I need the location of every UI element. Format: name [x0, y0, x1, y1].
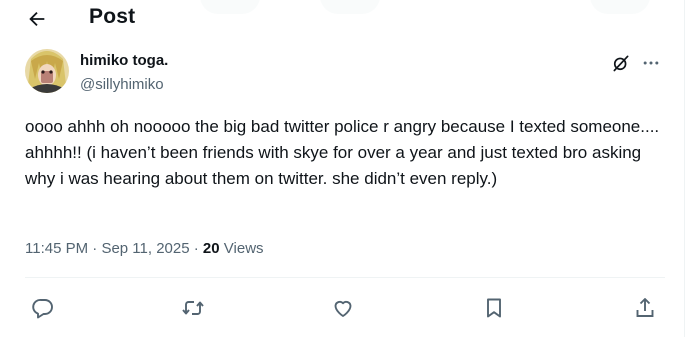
views-count: 20	[202, 240, 220, 257]
reply-icon	[31, 296, 55, 320]
like-button[interactable]	[330, 295, 356, 321]
tweet-text: oooo ahhh oh nooooo the big bad twitter …	[25, 117, 660, 188]
top-bar: Post	[0, 0, 690, 36]
share-icon	[633, 296, 657, 320]
reply-button[interactable]	[30, 295, 56, 321]
grok-icon	[611, 53, 631, 73]
blurred-element	[200, 0, 260, 14]
bookmark-icon	[482, 296, 506, 320]
divider	[25, 277, 665, 278]
author-display-name[interactable]: himiko toga.	[80, 52, 168, 69]
repost-button[interactable]	[180, 295, 206, 321]
arrow-left-icon	[26, 8, 48, 30]
back-button[interactable]	[22, 4, 52, 34]
more-icon	[641, 53, 661, 73]
bookmark-button[interactable]	[481, 295, 507, 321]
tweet-time[interactable]: 11:45 PM	[25, 240, 88, 257]
tweet-meta: 11:45 PM · Sep 11, 2025 · 20 Views	[25, 240, 264, 257]
meta-separator: ·	[193, 240, 199, 257]
like-icon	[331, 296, 355, 320]
author-handle[interactable]: @sillyhimiko	[80, 76, 164, 93]
tweet-date[interactable]: Sep 11, 2025	[101, 240, 189, 257]
repost-icon	[181, 296, 205, 320]
column-border	[684, 0, 685, 337]
blurred-element	[590, 0, 650, 14]
share-button[interactable]	[632, 295, 658, 321]
views-label: Views	[223, 240, 264, 257]
meta-separator: ·	[92, 240, 98, 257]
blurred-element	[320, 0, 380, 14]
grok-button[interactable]	[610, 52, 632, 74]
more-options-button[interactable]	[640, 52, 662, 74]
page-title: Post	[89, 5, 136, 28]
avatar[interactable]	[25, 49, 69, 93]
